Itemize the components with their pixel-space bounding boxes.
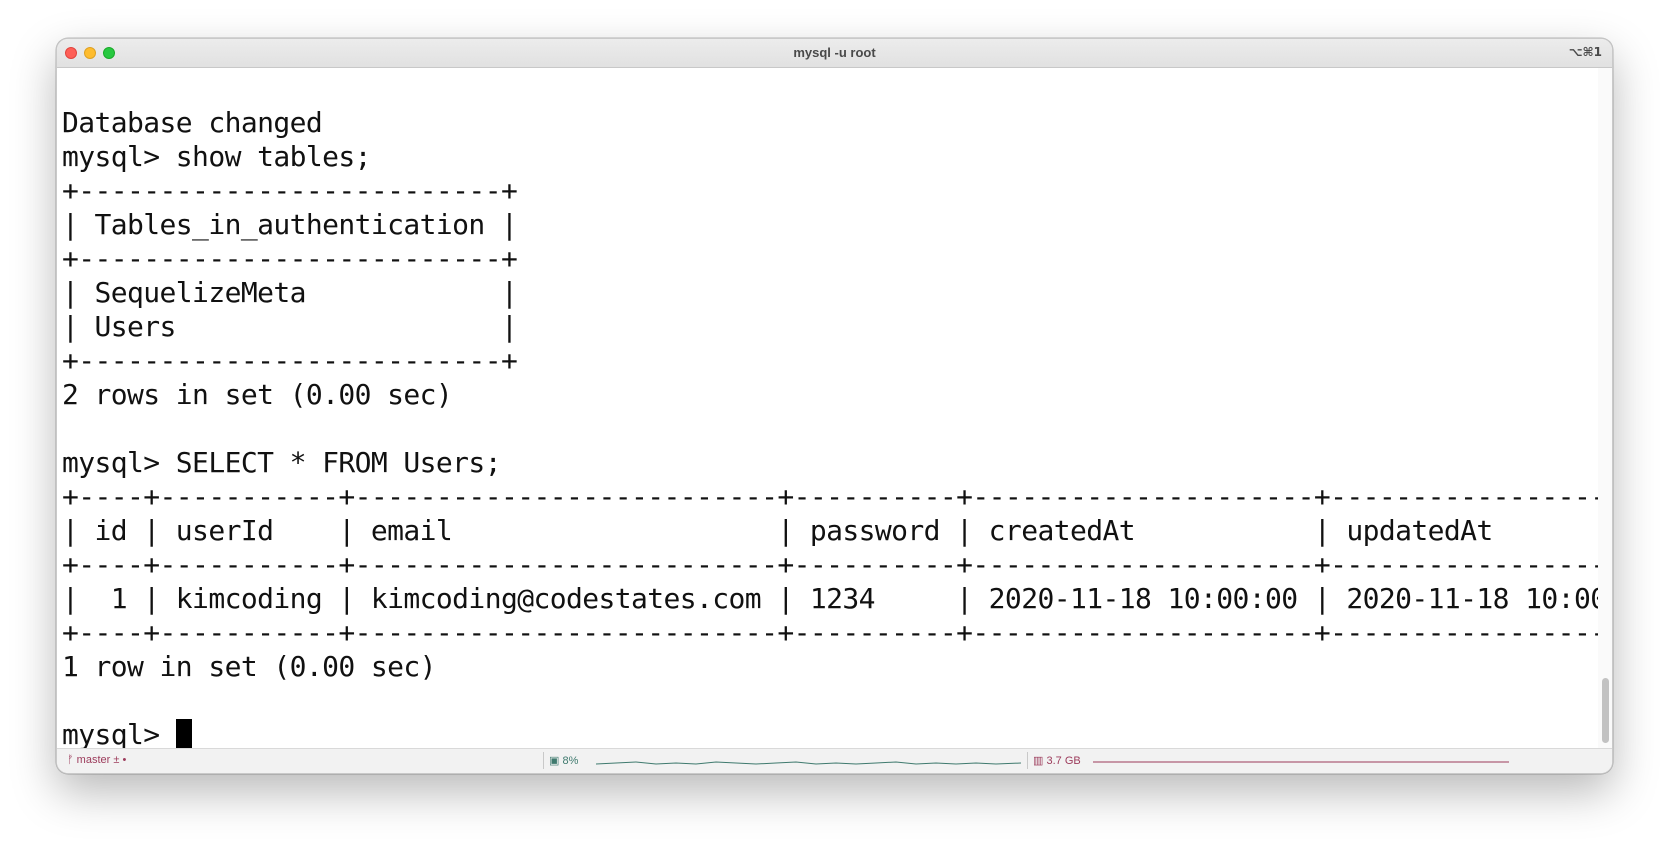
terminal-line: +--------------------------+	[62, 344, 518, 377]
terminal-line: +--------------------------+	[62, 174, 518, 207]
cpu-icon: ▣	[549, 755, 560, 767]
cpu-usage-graph	[596, 761, 1021, 765]
cpu-graph-line	[596, 761, 1021, 765]
scrollbar-thumb[interactable]	[1602, 678, 1609, 743]
memory-segment: ▥ 3.7 GB	[1033, 754, 1081, 767]
terminal-line: 1 row in set (0.00 sec)	[62, 650, 437, 683]
window-shortcut: ⌥⌘1	[1568, 45, 1602, 59]
cpu-usage-label: 8%	[562, 755, 579, 767]
terminal-line: +--------------------------+	[62, 242, 518, 275]
terminal-line: mysql> show tables;	[62, 140, 372, 173]
terminal-line: +----+-----------+----------------------…	[62, 616, 1598, 649]
prompt-line[interactable]: mysql>	[62, 718, 1598, 748]
status-divider	[1027, 752, 1028, 769]
status-divider	[543, 752, 544, 769]
terminal-line: mysql> SELECT * FROM Users;	[62, 446, 502, 479]
terminal-line: +----+-----------+----------------------…	[62, 548, 1598, 581]
window-title: mysql -u root	[793, 45, 876, 60]
terminal-line: | Tables_in_authentication |	[62, 208, 518, 241]
prompt-text: mysql>	[62, 718, 176, 748]
terminal-window: mysql -u root ⌥⌘1 Database changed mysql>…	[56, 38, 1613, 774]
text-cursor	[175, 719, 192, 748]
terminal-line: 2 rows in set (0.00 sec)	[62, 378, 453, 411]
cpu-segment: ▣ 8%	[549, 754, 578, 767]
git-branch-label: master ± •	[76, 754, 127, 766]
terminal-line: | Users |	[62, 310, 518, 343]
terminal-line: | 1 | kimcoding | kimcoding@codestates.c…	[62, 582, 1598, 615]
memory-usage-label: 3.7 GB	[1046, 755, 1081, 767]
terminal-line: | SequelizeMeta |	[62, 276, 518, 309]
vertical-scrollbar[interactable]	[1598, 68, 1612, 748]
memory-icon: ▥	[1033, 755, 1044, 767]
terminal-line: | id | userId | email | password | creat…	[62, 514, 1598, 547]
title-bar[interactable]: mysql -u root ⌥⌘1	[57, 39, 1612, 68]
terminal-line: +----+-----------+----------------------…	[62, 480, 1598, 513]
status-bar: ᚠ master ± • ▣ 8% ▥ 3.7 GB	[57, 748, 1612, 773]
terminal-output[interactable]: Database changed mysql> show tables; +----…	[57, 68, 1598, 748]
git-branch-segment: ᚠ master ± •	[67, 754, 126, 766]
branch-icon: ᚠ	[67, 754, 74, 766]
terminal-line: Database changed	[62, 106, 323, 139]
memory-usage-graph	[1093, 761, 1509, 763]
